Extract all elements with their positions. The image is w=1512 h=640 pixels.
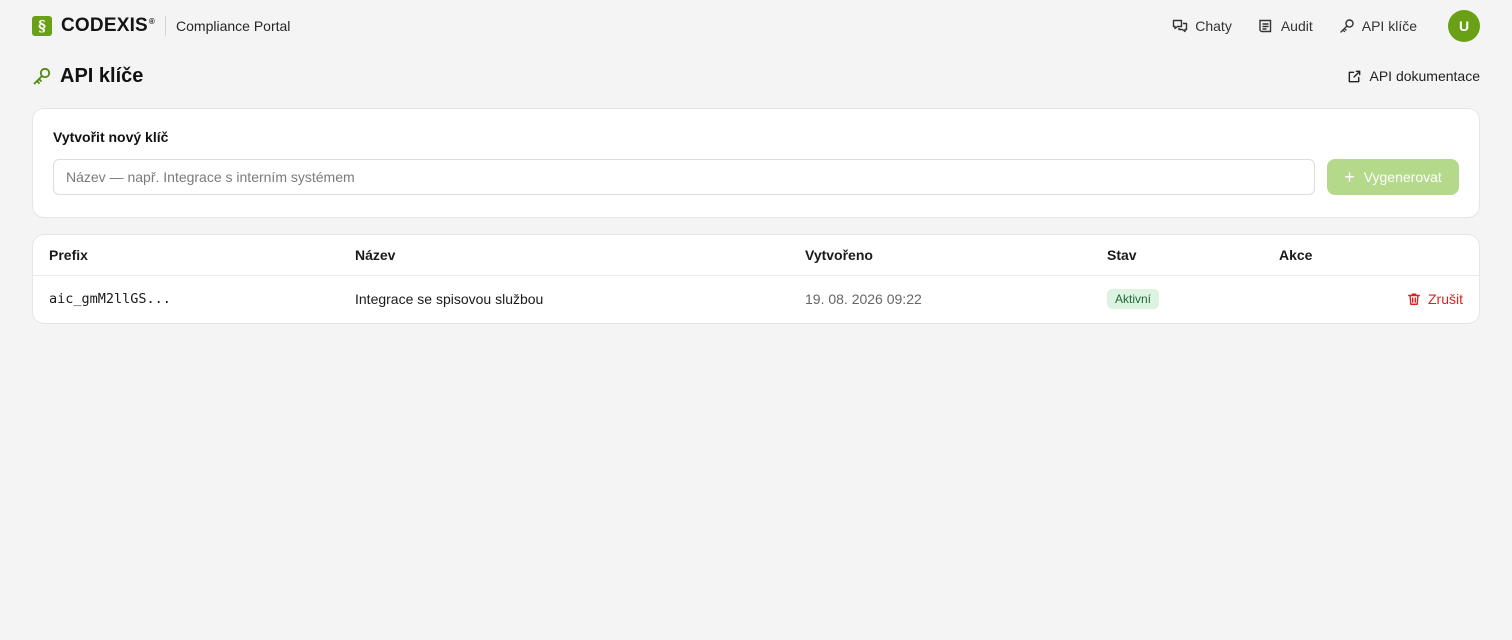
brand-logo-icon: § [32, 16, 52, 36]
api-keys-table-card: Prefix Název Vytvořeno Stav Akce aic_gmM… [32, 234, 1480, 324]
create-key-form: + Vygenerovat [53, 159, 1459, 195]
key-actions-cell: Zrušit [1263, 275, 1479, 323]
page-header: API klíče API dokumentace [32, 62, 1480, 90]
key-icon [33, 67, 51, 85]
status-badge: Aktivní [1107, 289, 1160, 310]
key-created: 19. 08. 2026 09:22 [805, 291, 922, 308]
table-header-row: Prefix Název Vytvořeno Stav Akce [33, 235, 1479, 276]
trash-icon [1408, 293, 1420, 306]
key-name-input[interactable] [53, 159, 1315, 195]
key-icon [1340, 19, 1354, 33]
header-prefix: Prefix [33, 235, 339, 276]
api-docs-link[interactable]: API dokumentace [1347, 68, 1480, 84]
header-status: Stav [1091, 235, 1263, 276]
api-docs-label: API dokumentace [1369, 68, 1480, 84]
header-actions: Akce [1263, 235, 1479, 276]
nav-item-chaty[interactable]: Chaty [1172, 18, 1232, 34]
create-key-title: Vytvořit nový klíč [53, 129, 169, 145]
main-nav: Chaty Audit API klíče U [1146, 10, 1480, 42]
nav-label: API klíče [1361, 18, 1417, 34]
create-key-card: Vytvořit nový klíč + Vygenerovat [32, 108, 1480, 218]
revoke-button[interactable]: Zrušit [1279, 291, 1463, 307]
key-prefix: aic_gmM2llGS... [49, 291, 171, 308]
table-row: aic_gmM2llGS... Integrace se spisovou sl… [33, 275, 1479, 323]
nav-item-audit[interactable]: Audit [1258, 18, 1313, 34]
key-status-cell: Aktivní [1091, 275, 1263, 323]
plus-icon: + [1344, 167, 1355, 187]
nav-label: Audit [1280, 18, 1313, 34]
generate-button-label: Vygenerovat [1363, 169, 1442, 185]
api-keys-table: Prefix Název Vytvořeno Stav Akce aic_gmM… [33, 235, 1479, 323]
header-name: Název [339, 235, 789, 276]
brand-divider [165, 16, 167, 36]
page-title: API klíče [60, 64, 144, 87]
portal-subtitle: Compliance Portal [176, 18, 291, 34]
key-name: Integrace se spisovou službou [355, 291, 544, 308]
revoke-label: Zrušit [1428, 291, 1463, 308]
generate-button[interactable]: + Vygenerovat [1327, 159, 1459, 195]
user-avatar[interactable]: U [1448, 10, 1480, 42]
top-bar: § CODEXIS® Compliance Portal Chaty Audit… [0, 0, 1512, 52]
nav-item-api-keys[interactable]: API klíče [1339, 18, 1417, 34]
chat-icon [1173, 19, 1188, 33]
external-link-icon [1349, 70, 1361, 82]
nav-label: Chaty [1195, 18, 1232, 34]
brand[interactable]: § CODEXIS® Compliance Portal [32, 15, 290, 37]
audit-icon [1259, 19, 1272, 33]
brand-name: CODEXIS® [61, 15, 156, 36]
header-created: Vytvořeno [789, 235, 1091, 276]
